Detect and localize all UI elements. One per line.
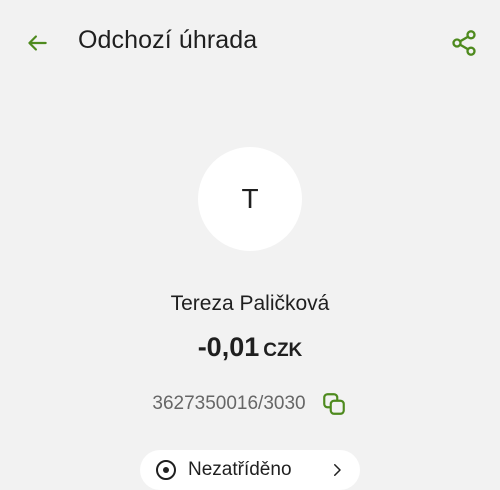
account-row: 3627350016/3030 [0, 390, 500, 418]
arrow-left-icon [28, 35, 47, 51]
avatar: T [198, 147, 302, 251]
counterparty-name: Tereza Paličková [170, 292, 330, 315]
transaction-amount: -0,01 [197, 332, 260, 362]
copy-account-button[interactable] [320, 390, 348, 418]
category-chip[interactable]: Nezatříděno [140, 450, 360, 490]
page-title: Odchozí úhrada [78, 26, 258, 54]
back-button[interactable] [22, 28, 52, 58]
category-label: Nezatříděno [188, 459, 292, 480]
share-button[interactable] [448, 27, 480, 59]
copy-icon [322, 393, 345, 415]
share-icon [452, 30, 476, 56]
transaction-currency: CZK [263, 340, 303, 361]
amount-row: -0,01 CZK [0, 332, 500, 363]
account-number: 3627350016/3030 [152, 393, 306, 414]
category-icon [156, 460, 176, 480]
avatar-initial: T [241, 183, 259, 214]
app-header: Odchozí úhrada [0, 0, 500, 86]
chevron-right-icon [334, 464, 341, 476]
